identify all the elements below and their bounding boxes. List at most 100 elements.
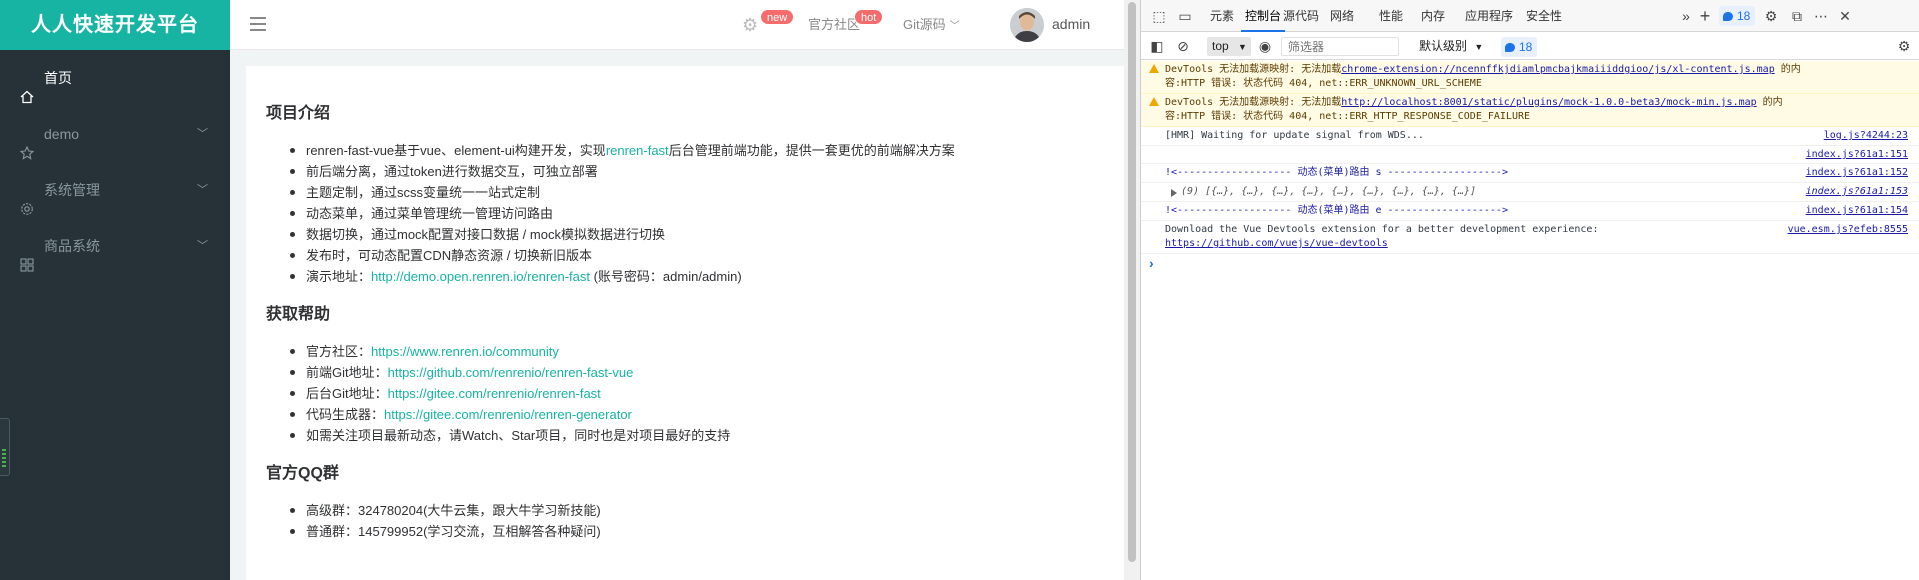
new-badge: new — [760, 9, 795, 25]
console-prompt[interactable]: › — [1141, 254, 1919, 272]
console-message: Download the Vue Devtools extension for … — [1141, 221, 1919, 254]
console-message: (9) [{…}, {…}, {…}, {…}, {…}, {…}, {…}, … — [1141, 183, 1919, 202]
context-select[interactable]: top ▼ — [1207, 37, 1251, 56]
list-item-text: 普通群：145799952(学习交流，互相解答各种疑问) — [306, 524, 601, 539]
list-item: 如需关注项目最新动态，请Watch、Star项目，同时也是对项目最好的支持 — [286, 425, 1104, 446]
list-item-text: 前端Git地址： — [306, 365, 388, 380]
qq-list: 高级群：324780204(大牛云集，跟大牛学习新技能) 普通群：14579995… — [286, 500, 1104, 542]
list-item-text: 数据切换，通过mock配置对接口数据 / mock模拟数据进行切换 — [306, 227, 665, 242]
list-item: 动态菜单，通过菜单管理统一管理访问路由 — [286, 203, 1104, 224]
list-item: 官方社区：https://www.renren.io/community — [286, 341, 1104, 362]
intro-list: renren-fast-vue基于vue、element-ui构建开发，实现re… — [286, 140, 1104, 287]
message-icon — [1723, 12, 1733, 21]
list-item-link[interactable]: https://gitee.com/renrenio/renren-genera… — [384, 407, 632, 422]
navbar: ⚙ new 官方社区 hot Git源码 ﹀ admin — [230, 0, 1124, 50]
inspect-icon[interactable]: ⬚ — [1151, 8, 1167, 24]
sidebar-item-3[interactable]: 商品系统 ﹀ — [0, 218, 230, 274]
devtools-tab-5[interactable]: 内存 — [1417, 0, 1449, 32]
warning-icon — [1149, 97, 1159, 106]
main-content: 项目介绍 renren-fast-vue基于vue、element-ui构建开发… — [246, 66, 1124, 580]
console-message-text: DevTools 无法加载源映射: 无法加载 — [1165, 64, 1342, 75]
list-item: 前后端分离，通过token进行数据交互，可独立部署 — [286, 161, 1104, 182]
devtools-tab-2[interactable]: 源代码 — [1281, 0, 1321, 32]
more-options-icon[interactable]: ⋯ — [1813, 8, 1829, 24]
list-item-text: 代码生成器： — [306, 407, 385, 422]
gear-icon[interactable]: ⚙ — [742, 16, 760, 34]
issues-count: 18 — [1737, 9, 1751, 23]
expand-triangle-icon[interactable] — [1171, 189, 1177, 197]
list-item-link[interactable]: https://github.com/renrenio/renren-fast-… — [388, 365, 634, 380]
devtools-tab-4[interactable]: 性能 — [1375, 0, 1407, 32]
git-source-label: Git源码 — [903, 17, 946, 32]
source-link[interactable]: index.js?61a1:153 — [1806, 185, 1908, 199]
source-link[interactable]: vue.esm.js?efeb:8555 — [1788, 223, 1908, 237]
source-link[interactable]: index.js?61a1:152 — [1806, 166, 1908, 180]
device-toggle-icon[interactable]: ▭ — [1177, 8, 1193, 24]
avatar[interactable] — [1010, 8, 1044, 42]
sidebar-item-label: 首页 — [44, 70, 72, 86]
page-scrollbar[interactable] — [1124, 0, 1140, 580]
console-toolbar: ◧ ⊘ top ▼ ◉ 默认级别 ▼ 18 ⚙ — [1141, 33, 1919, 60]
menu-toggle-icon[interactable] — [250, 17, 266, 31]
list-item-text: 演示地址： — [306, 269, 372, 284]
sidebar: 首页 demo ﹀ 系统管理 ﹀ 商品系统 ﹀ — [0, 50, 230, 580]
sidebar-toggle-icon[interactable]: ◧ — [1149, 38, 1165, 54]
list-item-link[interactable]: https://www.renren.io/community — [371, 344, 559, 359]
toolbar-issues-count: 18 — [1519, 40, 1533, 54]
console-link[interactable]: http://localhost:8001/static/plugins/moc… — [1341, 97, 1756, 108]
console-message: DevTools 无法加载源映射: 无法加载http://localhost:8… — [1141, 94, 1919, 127]
source-link[interactable]: index.js?61a1:154 — [1806, 204, 1908, 218]
console-message-text: DevTools 无法加载源映射: 无法加载 — [1165, 97, 1342, 108]
console-link[interactable]: chrome-extension://ncennffkjdiamlpmcbajk… — [1341, 64, 1774, 75]
console-message: DevTools 无法加载源映射: 无法加载chrome-extension:/… — [1141, 61, 1919, 94]
sidebar-item-label: demo — [44, 126, 80, 142]
devtools-tab-3[interactable]: 网络 — [1327, 0, 1357, 32]
console-message: !<------------------- 动态(菜单)路由 s -------… — [1141, 164, 1919, 183]
devtools-panel: ⬚ ▭ » + 18 ⚙ ⧉ ⋯ ✕ 元素 控制台 源代码 网络 性能 内存 应用程序 安全性… — [1140, 0, 1919, 580]
brand-title[interactable]: 人人快速开发平台 — [0, 0, 230, 50]
sidebar-item-label: 商品系统 — [44, 238, 100, 254]
add-tab-icon[interactable]: + — [1697, 7, 1713, 25]
list-item-suffix: 后台管理前端功能，提供一套更优的前端解决方案 — [668, 143, 955, 158]
console-settings-icon[interactable]: ⚙ — [1896, 38, 1912, 54]
list-item-text: 前后端分离，通过token进行数据交互，可独立部署 — [306, 164, 598, 179]
more-tabs-icon[interactable]: » — [1678, 8, 1694, 24]
remote-devices-icon[interactable]: ⧉ — [1789, 8, 1805, 24]
sidebar-item-0[interactable]: 首页 — [0, 50, 230, 106]
source-link[interactable]: index.js?61a1:151 — [1806, 148, 1908, 162]
devtools-tab-6[interactable]: 应用程序 — [1463, 0, 1515, 32]
devtools-tab-7[interactable]: 安全性 — [1523, 0, 1565, 32]
list-item: 普通群：145799952(学习交流，互相解答各种疑问) — [286, 521, 1104, 542]
filter-input[interactable] — [1281, 37, 1399, 56]
list-item-link[interactable]: http://demo.open.renren.io/renren-fast — [371, 269, 590, 284]
close-icon[interactable]: ✕ — [1837, 8, 1853, 24]
caret-down-icon: ▼ — [1474, 42, 1484, 52]
console-message-suffix: 的内 — [1774, 64, 1801, 75]
list-item: 前端Git地址：https://github.com/renrenio/renr… — [286, 362, 1104, 383]
issues-counter[interactable]: 18 — [1719, 6, 1756, 26]
sidebar-item-2[interactable]: 系统管理 ﹀ — [0, 162, 230, 218]
community-link[interactable]: 官方社区 — [808, 0, 860, 50]
log-level-select[interactable]: 默认级别 ▼ — [1419, 33, 1483, 61]
sidebar-item-1[interactable]: demo ﹀ — [0, 106, 230, 162]
list-item-link[interactable]: renren-fast — [606, 143, 669, 158]
toolbar-issues-counter[interactable]: 18 — [1501, 37, 1538, 57]
devtools-tab-1[interactable]: 控制台 — [1241, 0, 1285, 32]
git-source-menu[interactable]: Git源码 ﹀ — [903, 0, 960, 52]
hot-badge: hot — [854, 9, 884, 25]
username-label[interactable]: admin — [1052, 0, 1090, 48]
console-message-text: [HMR] Waiting for update signal from WDS… — [1165, 130, 1424, 141]
drag-handle[interactable] — [0, 418, 10, 476]
console-link[interactable]: https://github.com/vuejs/vue-devtools — [1165, 238, 1388, 249]
devtools-tab-0[interactable]: 元素 — [1207, 0, 1237, 32]
clear-console-icon[interactable]: ⊘ — [1175, 38, 1191, 54]
list-item-link[interactable]: https://gitee.com/renrenio/renren-fast — [388, 386, 601, 401]
sidebar-item-label: 系统管理 — [44, 182, 100, 198]
chevron-down-icon: ﹀ — [197, 184, 208, 196]
eye-icon[interactable]: ◉ — [1257, 38, 1273, 54]
console-message-line2: 容:HTTP 错误: 状态代码 404, net::ERR_HTTP_RESPO… — [1165, 111, 1531, 122]
source-link[interactable]: log.js?4244:23 — [1824, 129, 1908, 143]
settings-icon[interactable]: ⚙ — [1763, 8, 1779, 24]
devtools-tabbar: ⬚ ▭ » + 18 ⚙ ⧉ ⋯ ✕ 元素 控制台 源代码 网络 性能 内存 应用程序 安全性 — [1141, 0, 1919, 32]
list-item: 发布时，可动态配置CDN静态资源 / 切换新旧版本 — [286, 245, 1104, 266]
